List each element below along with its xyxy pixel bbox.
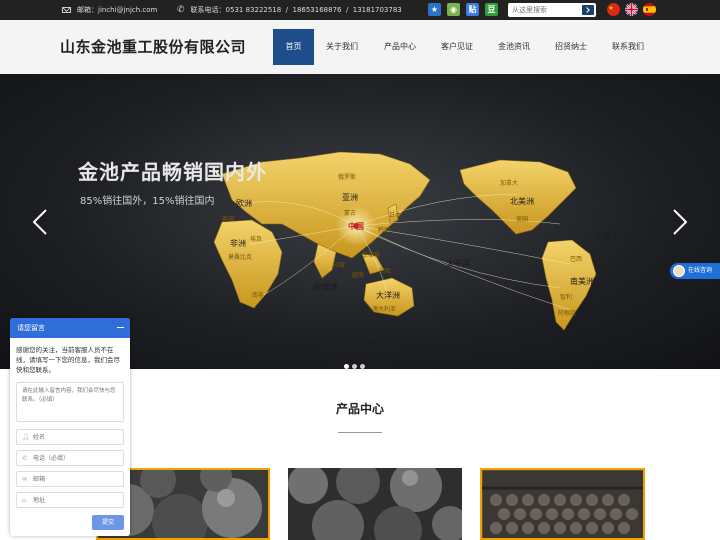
leave-message-widget: 请您留言 感谢您的关注，当前客服人员不在线，请填写一下您的信息，我们会尽快和您联… (10, 318, 130, 536)
map-label-south-america: 南美洲 (570, 277, 594, 286)
map-label-philippines: 菲律宾 (362, 252, 381, 259)
section-divider (338, 432, 382, 433)
mail-icon: ✉ (22, 476, 28, 483)
slide-dot-2[interactable] (352, 364, 357, 369)
slide-dot-1[interactable] (344, 364, 349, 369)
email-info: 邮箱：jinchi@jnjch.com (62, 0, 157, 20)
map-label-argentina: 阿根廷 (558, 310, 577, 317)
phone-icon: ✆ (22, 455, 28, 462)
douban-icon[interactable]: 豆 (485, 3, 498, 16)
nav-item-products[interactable]: 产品中心 (376, 29, 424, 65)
spanish-flag-icon[interactable] (643, 3, 656, 16)
address-input[interactable] (33, 495, 121, 506)
banner-prev-arrow-icon[interactable] (31, 208, 49, 236)
nav-item-testimonials[interactable]: 客户见证 (433, 29, 481, 65)
address-field: ⌂ (16, 492, 124, 508)
site-title[interactable]: 山东金池重工股份有限公司 (60, 36, 246, 57)
name-field: 👤︎ (16, 429, 124, 445)
message-textarea[interactable] (16, 382, 124, 422)
qzone-icon[interactable]: ★ (428, 3, 441, 16)
widget-header[interactable]: 请您留言 (10, 318, 130, 338)
phone-label: 联系电话： (190, 6, 226, 14)
nav-item-contact[interactable]: 联系我们 (604, 29, 652, 65)
nav-item-about[interactable]: 关于我们 (318, 29, 366, 65)
map-label-vietnam: 越南 (352, 272, 365, 279)
site-header: 山东金池重工股份有限公司 首页 关于我们 产品中心 客户见证 金池资讯 招贤纳士… (0, 20, 720, 74)
product-card-2[interactable] (288, 468, 462, 540)
phone-separator: / (345, 6, 349, 14)
nav-item-home[interactable]: 首页 (273, 29, 314, 65)
map-label-egypt: 埃及 (250, 236, 263, 243)
map-label-usa: 美国 (516, 216, 529, 223)
phone-number-2: 18653168876 (292, 6, 342, 14)
chinese-flag-icon[interactable] (607, 3, 620, 16)
banner-headline: 金池产品畅销国内外 (78, 160, 267, 184)
nav-item-news[interactable]: 金池资讯 (490, 29, 538, 65)
search-button[interactable] (582, 5, 594, 15)
phone-number-1: 0531 83222518 (225, 6, 282, 14)
map-label-pacific: 太平洋 (446, 259, 470, 268)
online-service-label: 在线咨询 (688, 267, 713, 274)
service-avatar (673, 265, 685, 277)
map-label-south-africa: 南非 (252, 292, 265, 299)
map-label-russia: 俄罗斯 (338, 174, 357, 181)
map-label-australia: 澳大利亚 (372, 306, 397, 313)
uk-flag-icon[interactable] (625, 3, 638, 16)
tieba-icon[interactable]: 贴 (466, 3, 479, 16)
product-image-3 (482, 470, 643, 538)
kaixin-icon[interactable]: ◉ (447, 3, 460, 16)
email-input[interactable] (33, 474, 121, 485)
map-label-mongolia: 蒙古 (344, 210, 357, 217)
top-bar: 邮箱：jinchi@jnjch.com ✆ 联系电话：0531 83222518 … (0, 0, 720, 20)
map-label-indian-ocean: 印度洋 (314, 283, 338, 292)
slide-indicators (344, 354, 368, 369)
submit-button[interactable]: 提交 (92, 515, 124, 530)
slide-dot-3[interactable] (360, 364, 365, 369)
map-label-africa: 非洲 (230, 239, 246, 248)
email-label: 邮箱： (77, 6, 98, 14)
map-label-indonesia: 印尼 (379, 268, 392, 275)
widget-description: 感谢您的关注，当前客服人员不在线，请填写一下您的信息，我们会尽快和您联系。 (16, 346, 120, 374)
map-label-mozambique: 莫桑比克 (228, 254, 253, 261)
phone-number-3: 13181703783 (352, 6, 402, 14)
page: 邮箱：jinchi@jnjch.com ✆ 联系电话：0531 83222518 … (0, 0, 720, 540)
online-service-tab[interactable]: 在线咨询 (670, 263, 720, 279)
search-input[interactable] (512, 3, 578, 17)
map-label-europe: 欧洲 (236, 199, 252, 208)
email-address[interactable]: jinchi@jnjch.com (98, 6, 157, 14)
map-label-korea: 韩国 (378, 227, 391, 234)
map-label-oceania: 大洋洲 (376, 291, 400, 300)
map-label-canada: 加拿大 (500, 180, 519, 187)
phone-separator: / (285, 6, 289, 14)
widget-title: 请您留言 (17, 324, 45, 332)
phone-field: ✆ (16, 450, 124, 466)
map-label-atlantic: 大西洋 (594, 231, 618, 240)
nav-item-careers[interactable]: 招贤纳士 (547, 29, 595, 65)
map-label-britain: 英国 (222, 216, 235, 223)
location-icon: ⌂ (22, 497, 26, 504)
product-card-3[interactable] (480, 468, 645, 540)
phone-info: ✆ 联系电话：0531 83222518 / 18653168876 / 1318… (177, 0, 402, 20)
map-label-japan: 日本 (389, 212, 402, 219)
email-field: ✉ (16, 471, 124, 487)
map-label-north-america: 北美洲 (510, 197, 534, 206)
phone-input[interactable] (33, 453, 121, 464)
name-input[interactable] (33, 432, 121, 443)
minimize-icon[interactable] (117, 327, 124, 328)
banner-subline: 85%销往国外，15%销往国内 (80, 196, 215, 207)
map-label-brazil: 巴西 (570, 256, 583, 263)
map-label-asia: 亚洲 (342, 193, 358, 202)
search-box (508, 3, 596, 17)
map-label-chile: 智利 (560, 294, 573, 301)
map-label-china: 中国 (348, 222, 364, 231)
phone-icon: ✆ (177, 5, 185, 15)
mail-icon (62, 7, 71, 13)
map-label-india: 印度 (333, 262, 346, 269)
banner-next-arrow-icon[interactable] (671, 208, 689, 236)
user-icon: 👤︎ (22, 434, 30, 441)
product-image-2 (288, 468, 462, 540)
